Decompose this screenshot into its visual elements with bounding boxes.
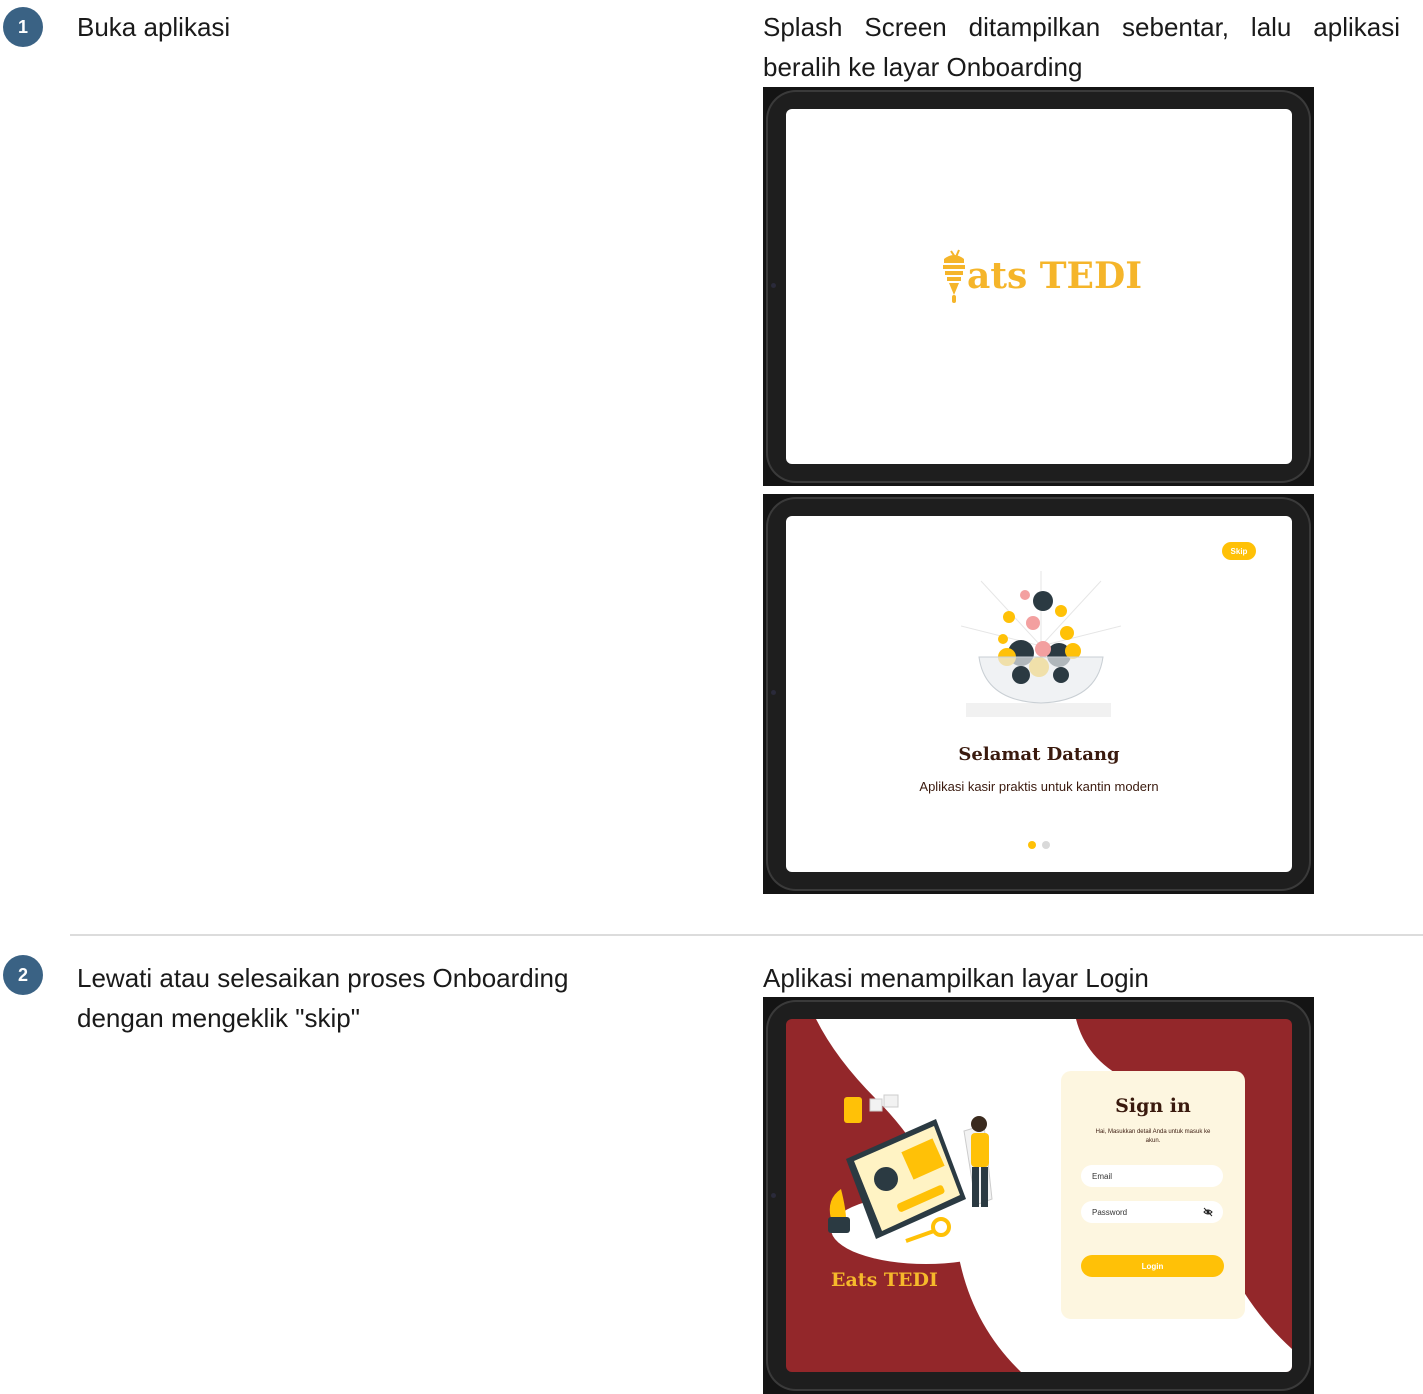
step-result-line: Splash Screen ditampilkan sebentar, lalu… xyxy=(763,12,1400,42)
step-divider xyxy=(70,934,1423,936)
device-camera xyxy=(771,1193,776,1198)
email-field[interactable]: Email xyxy=(1081,1165,1223,1187)
step-number-badge: 1 xyxy=(3,7,43,47)
login-screen: Eats TEDI Sign in Hai, Masukkan detail A… xyxy=(786,1019,1292,1372)
onboarding-screen-device: Skip Selamat Datang Aplikasi kasir prakt… xyxy=(763,494,1314,894)
email-placeholder: Email xyxy=(1092,1171,1113,1181)
splash-logo-text: ats TEDI xyxy=(967,255,1143,297)
step-result-text: Aplikasi menampilkan layar Login xyxy=(763,963,1149,993)
step-number-badge: 2 xyxy=(3,955,43,995)
eye-off-icon[interactable] xyxy=(1203,1207,1213,1217)
login-brand-logo: Eats TEDI xyxy=(831,1269,938,1291)
onboarding-subtitle: Aplikasi kasir praktis untuk kantin mode… xyxy=(919,779,1159,794)
sign-in-title: Sign in xyxy=(1115,1095,1191,1117)
page-indicator xyxy=(786,841,1292,849)
ice-cream-e-icon xyxy=(943,249,965,303)
password-placeholder: Password xyxy=(1092,1207,1128,1217)
device-camera xyxy=(771,690,776,695)
step-result-line: beralih ke layar Onboarding xyxy=(763,52,1083,82)
login-screen-device: Eats TEDI Sign in Hai, Masukkan detail A… xyxy=(763,997,1314,1394)
page-dot[interactable] xyxy=(1042,841,1050,849)
login-button[interactable]: Login xyxy=(1081,1255,1224,1277)
salad-bowl-illustration xyxy=(961,571,1121,717)
sign-in-card: Sign in Hai, Masukkan detail Anda untuk … xyxy=(1061,1071,1245,1319)
sign-in-tablet-illustration xyxy=(828,1094,1016,1264)
step-action-text: Buka aplikasi xyxy=(77,12,231,42)
skip-button[interactable]: Skip xyxy=(1222,542,1256,560)
splash-screen: ats TEDI xyxy=(786,109,1292,464)
sign-in-subtitle: Hai, Masukkan detail Anda untuk masuk ke… xyxy=(1095,1129,1211,1144)
step-action-line: dengan mengeklik "skip" xyxy=(77,1003,360,1033)
step-action-line: Lewati atau selesaikan proses Onboarding xyxy=(77,963,569,993)
password-field[interactable]: Password xyxy=(1081,1201,1223,1223)
onboarding-title: Selamat Datang xyxy=(958,744,1120,765)
page-dot-active[interactable] xyxy=(1028,841,1036,849)
splash-screen-device: ats TEDI xyxy=(763,87,1314,486)
onboarding-screen: Skip Selamat Datang Aplikasi kasir prakt… xyxy=(786,516,1292,872)
splash-logo: ats TEDI xyxy=(941,247,1142,305)
device-camera xyxy=(771,283,776,288)
